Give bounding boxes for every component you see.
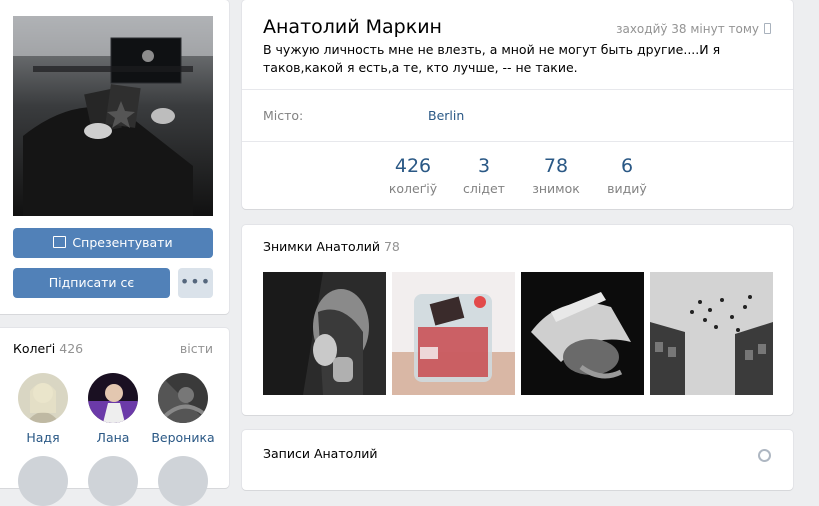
- friend-item[interactable]: Лана: [78, 373, 148, 445]
- profile-avatar-card: Спрезентувати Підписати сє •••: [0, 0, 229, 314]
- counter-photos[interactable]: 78 знимок: [516, 155, 596, 196]
- counter-videos[interactable]: 6 видиў: [587, 155, 667, 196]
- profile-status-text[interactable]: В чужую личность мне не влезть, а мной н…: [263, 41, 783, 77]
- last-seen-status: заходйў 38 мінут тому: [616, 22, 771, 36]
- friend-name: Надя: [26, 430, 60, 445]
- friend-item[interactable]: Надя: [8, 373, 78, 445]
- counter-value: 426: [394, 155, 432, 177]
- counter-label: колеґіў: [388, 181, 438, 196]
- profile-info-card: Анатолий Маркин заходйў 38 мінут тому В …: [242, 0, 793, 209]
- search-icon[interactable]: [758, 449, 771, 462]
- photo-thumbnail[interactable]: [650, 272, 773, 395]
- friend-name: Вероника: [151, 430, 215, 445]
- wall-posts-card: Записи Анатолий: [242, 430, 793, 490]
- counter-label: видиў: [607, 181, 647, 196]
- counter-value: 78: [543, 155, 569, 177]
- friends-title: Колеґі: [13, 341, 56, 356]
- divider: [242, 89, 793, 90]
- friend-item[interactable]: Вероника: [148, 373, 218, 445]
- photos-card: Знимки Анатолий 78: [242, 225, 793, 415]
- city-link[interactable]: Berlin: [428, 108, 464, 123]
- mobile-phone-icon: [764, 23, 771, 34]
- counter-label: слідет: [463, 181, 505, 196]
- photo-thumbnail[interactable]: [392, 272, 515, 395]
- counter-followers[interactable]: 3 слідет: [444, 155, 524, 196]
- avatar[interactable]: [18, 456, 68, 506]
- more-actions-button[interactable]: •••: [178, 268, 213, 298]
- profile-avatar[interactable]: [13, 16, 213, 216]
- friends-header[interactable]: Колеґі 426: [13, 341, 83, 356]
- friends-card: Колеґі 426 вісти Надя Лана Вероника: [0, 328, 229, 506]
- counter-value: 3: [477, 155, 491, 177]
- friends-count: 426: [59, 341, 84, 356]
- avatar[interactable]: [158, 456, 208, 506]
- avatar: [18, 373, 68, 423]
- avatar: [158, 373, 208, 423]
- counter-label: знимок: [532, 181, 580, 196]
- wall-posts-title[interactable]: Записи Анатолий: [263, 446, 378, 461]
- friends-all-link[interactable]: вісти: [180, 341, 213, 356]
- avatar[interactable]: [88, 456, 138, 506]
- counter-value: 6: [620, 155, 634, 177]
- avatar: [88, 373, 138, 423]
- gift-icon: [53, 236, 67, 248]
- photo-thumbnail[interactable]: [263, 272, 386, 395]
- divider: [242, 141, 793, 142]
- photos-header[interactable]: Знимки Анатолий 78: [263, 239, 400, 254]
- present-gift-button[interactable]: Спрезентувати: [13, 228, 213, 258]
- page-title: Анатолий Маркин: [263, 16, 442, 38]
- photos-title: Знимки Анатолий: [263, 239, 380, 254]
- photos-count: 78: [383, 239, 400, 254]
- photo-thumbnail[interactable]: [521, 272, 644, 395]
- city-label: Місто:: [263, 108, 304, 123]
- more-dots-icon: •••: [179, 272, 212, 291]
- subscribe-button[interactable]: Підписати сє: [13, 268, 170, 298]
- friend-name: Лана: [96, 430, 130, 445]
- counter-friends[interactable]: 426 колеґіў: [373, 155, 453, 196]
